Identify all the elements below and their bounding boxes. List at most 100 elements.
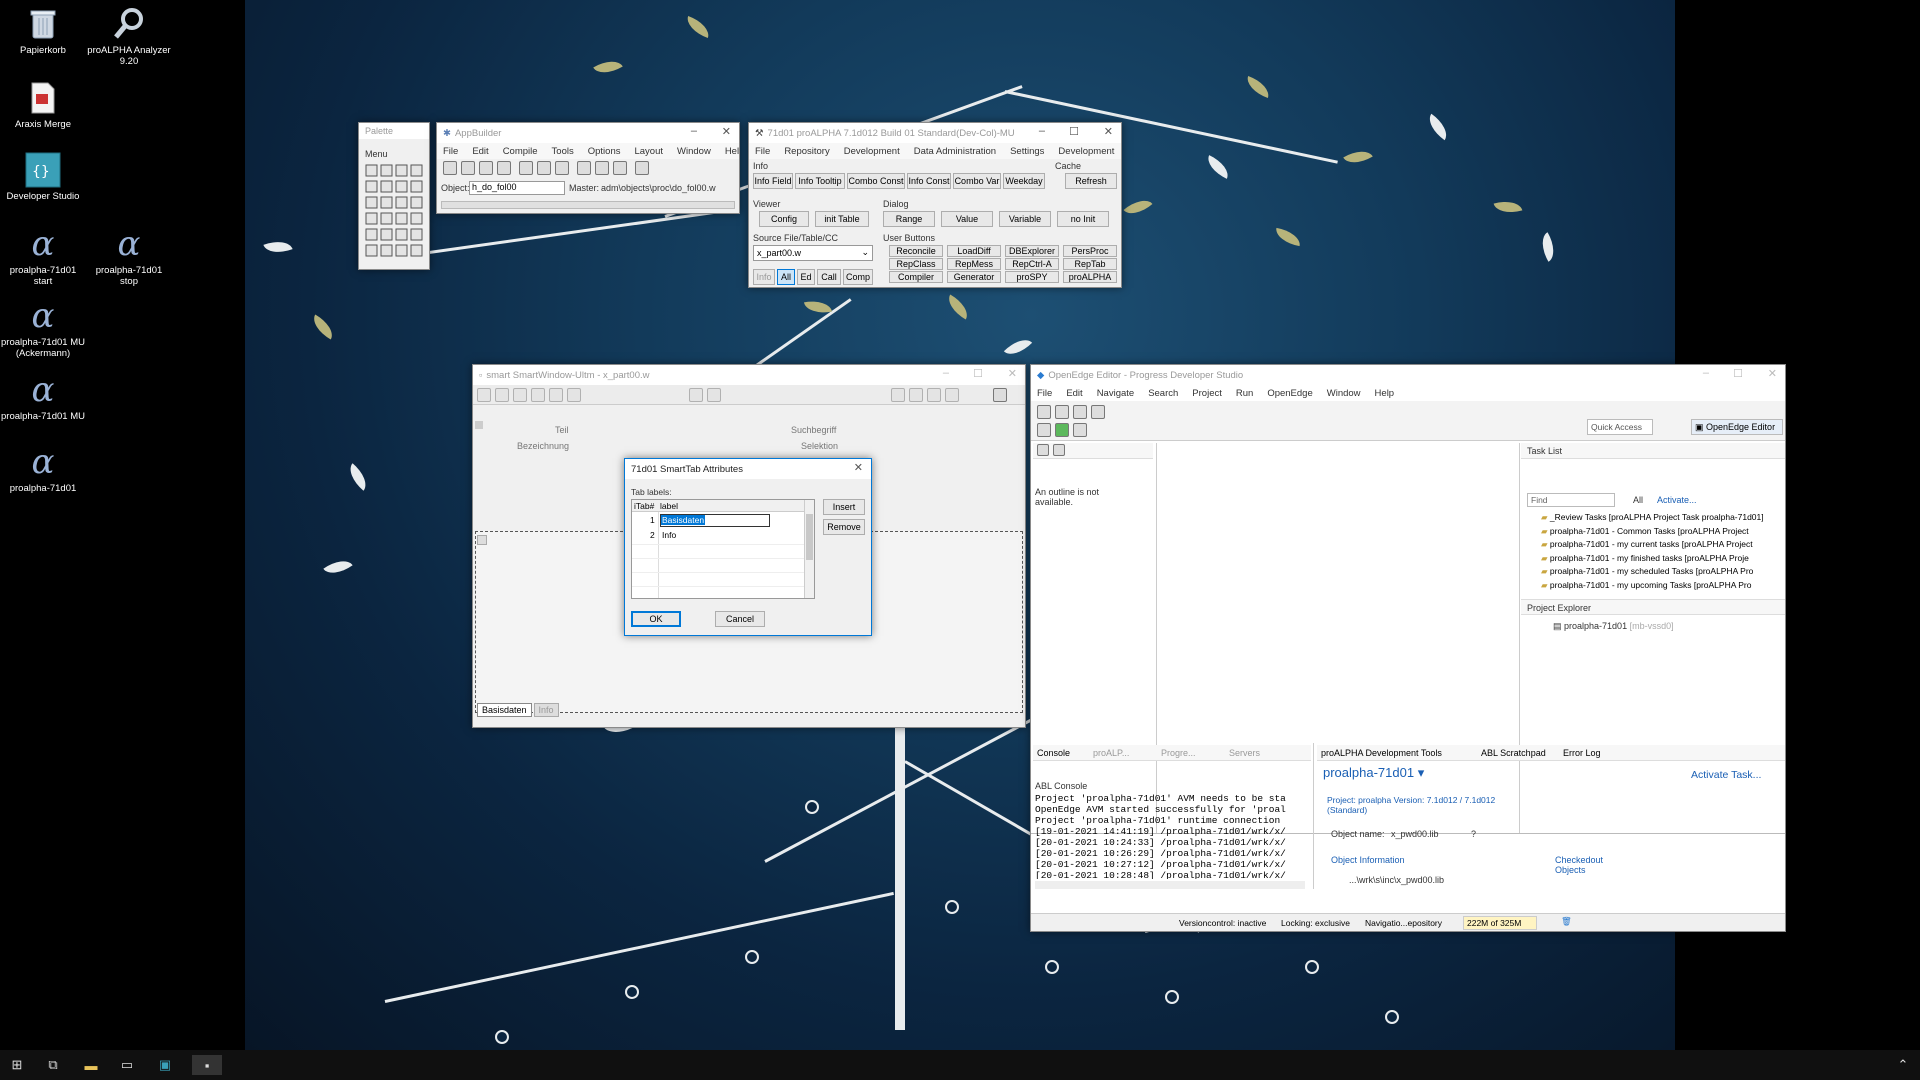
label-edit-field[interactable]: Basisdaten	[660, 514, 770, 527]
proalpha-button[interactable]: proALPHA	[1063, 271, 1117, 283]
task-activate-link[interactable]: Activate...	[1657, 495, 1697, 505]
external-tools-icon[interactable]	[1073, 423, 1087, 437]
tools-icon[interactable]	[635, 161, 649, 175]
debug-icon[interactable]	[1037, 423, 1051, 437]
source-comp-button[interactable]: Comp	[843, 269, 873, 285]
active-app-taskbar-icon[interactable]: ▪	[192, 1055, 222, 1075]
menu-item[interactable]: Layout	[634, 146, 663, 157]
nav-first-icon[interactable]	[891, 388, 905, 402]
edit-icon[interactable]	[537, 161, 551, 175]
progress-tab[interactable]: Progre...	[1161, 748, 1196, 758]
task-filter-all[interactable]: All	[1633, 495, 1643, 505]
grid-scrollbar[interactable]	[804, 500, 814, 598]
generator-button[interactable]: Generator	[947, 271, 1001, 283]
loaddiff-button[interactable]: LoadDiff	[947, 245, 1001, 257]
desktop-icon-araxis[interactable]: Araxis Merge	[0, 80, 86, 130]
object-help[interactable]: ?	[1471, 829, 1476, 839]
first-record-icon[interactable]	[477, 388, 491, 402]
console-scrollbar[interactable]	[1035, 881, 1305, 889]
file-explorer-icon[interactable]: ▬	[80, 1055, 102, 1075]
dbexplorer-button[interactable]: DBExplorer	[1005, 245, 1059, 257]
proalpha-tab[interactable]: proALP...	[1093, 748, 1129, 758]
weekday-button[interactable]: Weekday	[1003, 173, 1045, 189]
lookup-icon[interactable]	[707, 388, 721, 402]
trash-icon[interactable]: 🗑	[1561, 916, 1572, 927]
insert-button[interactable]: Insert	[823, 499, 865, 515]
developer-studio-taskbar-icon[interactable]: ▣	[154, 1055, 176, 1075]
no-init-button[interactable]: no Init	[1057, 211, 1109, 227]
menu-item[interactable]: File	[755, 146, 770, 157]
desktop-icon-analyzer[interactable]: proALPHA Analyzer 9.20	[86, 6, 172, 67]
menu-item[interactable]: Project	[1192, 388, 1222, 399]
close-button[interactable]: ✕	[722, 125, 731, 138]
init-table-button[interactable]: init Table	[815, 211, 869, 227]
proalpha-tools-window[interactable]: ⚒ 71d01 proALPHA 7.1d012 Build 01 Standa…	[748, 122, 1122, 288]
maximize-button[interactable]: ☐	[1733, 367, 1743, 380]
minimize-button[interactable]: –	[943, 367, 949, 379]
activate-task-link[interactable]: Activate Task...	[1691, 769, 1761, 781]
windows-start-icon[interactable]: ⊞	[6, 1055, 28, 1075]
prospy-button[interactable]: proSPY	[1005, 271, 1059, 283]
cancel-button[interactable]: Cancel	[715, 611, 765, 627]
new-icon[interactable]	[443, 161, 457, 175]
delete-icon[interactable]	[567, 388, 581, 402]
desktop-icon-recycle-bin[interactable]: Papierkorb	[0, 6, 86, 56]
properties-icon[interactable]	[555, 161, 569, 175]
desktop-icon-proalpha-mu[interactable]: α proalpha-71d01 MU	[0, 372, 86, 422]
prev-record-icon[interactable]	[495, 388, 509, 402]
project-explorer-tab[interactable]: Project Explorer	[1527, 603, 1591, 613]
search-icon[interactable]	[577, 161, 591, 175]
search-icon[interactable]	[993, 388, 1007, 402]
config-button[interactable]: Config	[759, 211, 809, 227]
menu-item[interactable]: Navigate	[1097, 388, 1135, 399]
notification-chevron-icon[interactable]: ⌃	[1892, 1055, 1914, 1075]
frame-handle[interactable]	[477, 535, 487, 545]
tab-labels-grid[interactable]: iTab# label 1 Basisdaten 2 Info	[631, 499, 815, 599]
minimize-button[interactable]: –	[1703, 367, 1709, 379]
menu-item[interactable]: File	[443, 146, 458, 157]
maximize-button[interactable]: ☐	[1069, 125, 1079, 138]
checkedout-objects-section[interactable]: Checkedout Objects	[1555, 855, 1605, 875]
reptab-button[interactable]: RepTab	[1063, 258, 1117, 270]
repctrl-a-button[interactable]: RepCtrl-A	[1005, 258, 1059, 270]
save-icon[interactable]	[1055, 405, 1069, 419]
nav-last-icon[interactable]	[945, 388, 959, 402]
variable-button[interactable]: Variable	[999, 211, 1051, 227]
task-list-tab[interactable]: Task List	[1527, 446, 1562, 456]
desktop-icon-proalpha-start[interactable]: α proalpha-71d01 start	[0, 226, 86, 287]
table-row[interactable]: 2 Info	[632, 529, 804, 542]
horizontal-scrollbar[interactable]	[441, 201, 735, 209]
repmess-button[interactable]: RepMess	[947, 258, 1001, 270]
object-information-section[interactable]: Object Information	[1331, 855, 1405, 865]
scrollbar-thumb[interactable]	[806, 514, 813, 560]
source-all-button[interactable]: All	[777, 269, 795, 285]
task-find-input[interactable]: Find	[1527, 493, 1615, 507]
menu-item[interactable]: Repository	[784, 146, 829, 157]
source-info-button[interactable]: Info	[753, 269, 775, 285]
menu-item[interactable]: Options	[588, 146, 621, 157]
menu-item[interactable]: Window	[1327, 388, 1361, 399]
source-file-select[interactable]: x_part00.w ⌄	[753, 245, 873, 261]
palette-window[interactable]: Palette Menu	[358, 122, 430, 270]
run-icon[interactable]	[519, 161, 533, 175]
source-ed-button[interactable]: Ed	[797, 269, 815, 285]
close-button[interactable]: ✕	[1104, 125, 1113, 138]
openedge-titlebar[interactable]: ◆ OpenEdge Editor - Progress Developer S…	[1031, 365, 1785, 385]
menu-item[interactable]: Window	[677, 146, 711, 157]
undo-icon[interactable]	[531, 388, 545, 402]
proalpha-tools-titlebar[interactable]: ⚒ 71d01 proALPHA 7.1d012 Build 01 Standa…	[749, 123, 1121, 143]
list-item[interactable]: ▰ proalpha-71d01 - my upcoming Tasks [pr…	[1541, 579, 1783, 593]
menu-item[interactable]: Edit	[1066, 388, 1082, 399]
menu-item[interactable]: Search	[1148, 388, 1178, 399]
ok-button[interactable]: OK	[631, 611, 681, 627]
desktop-icon-developer-studio[interactable]: {} Developer Studio	[0, 152, 86, 202]
object-path-item[interactable]: ...\wrk\s\inc\x_pwd00.lib	[1349, 875, 1444, 885]
appbuilder-titlebar[interactable]: ✱ AppBuilder – ✕	[437, 123, 739, 143]
error-log-tab[interactable]: Error Log	[1563, 748, 1601, 758]
menu-item[interactable]: Development	[844, 146, 900, 157]
info-field-button[interactable]: Info Field	[753, 173, 793, 189]
search-icon[interactable]	[1091, 405, 1105, 419]
list-item[interactable]: ▰ _Review Tasks [proALPHA Project Task p…	[1541, 511, 1783, 525]
table-row[interactable]: 1 Basisdaten	[632, 514, 804, 527]
nav-prev-icon[interactable]	[909, 388, 923, 402]
